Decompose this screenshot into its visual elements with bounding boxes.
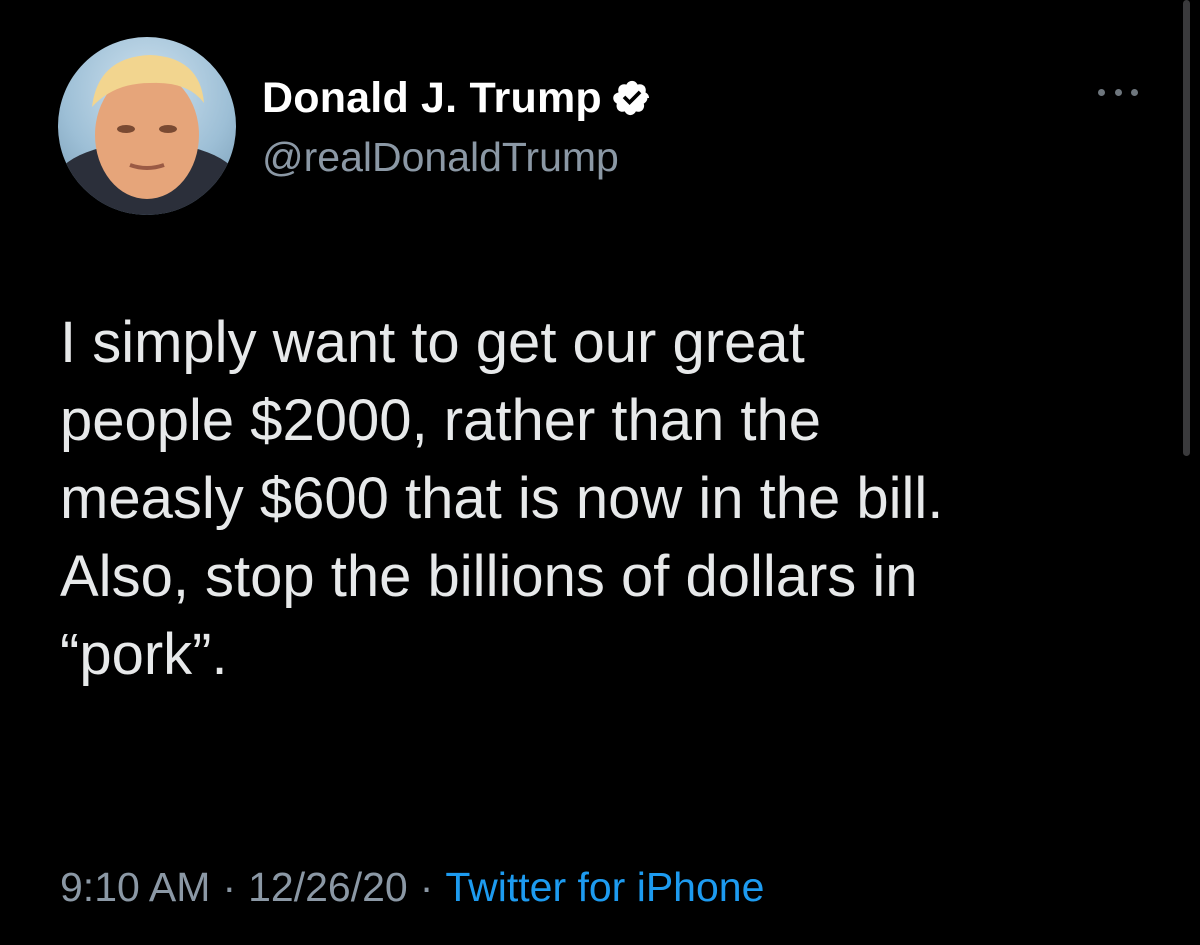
- author-name-row[interactable]: Donald J. Trump: [262, 72, 652, 124]
- tweet-text: I simply want to get our great people $2…: [60, 310, 944, 687]
- author-display-name[interactable]: Donald J. Trump: [262, 74, 602, 123]
- tweet-date[interactable]: 12/26/20: [248, 864, 408, 911]
- tweet-source-link[interactable]: Twitter for iPhone: [445, 864, 764, 911]
- metadata-separator: ·: [419, 864, 434, 910]
- verified-badge-icon: [612, 78, 652, 118]
- metadata-separator: ·: [222, 864, 237, 910]
- author-handle[interactable]: @realDonaldTrump: [262, 134, 619, 181]
- avatar[interactable]: [58, 37, 236, 215]
- dot-icon: [1098, 88, 1105, 96]
- scrollbar[interactable]: [1183, 0, 1190, 456]
- tweet-time[interactable]: 9:10 AM: [60, 864, 210, 911]
- dot-icon: [1114, 88, 1122, 96]
- avatar-portrait-image: [58, 55, 236, 215]
- tweet-detail: Donald J. Trump @realDonaldTrump I simpl…: [0, 0, 1200, 945]
- more-options-icon[interactable]: [1098, 84, 1138, 100]
- tweet-metadata: 9:10 AM · 12/26/20 · Twitter for iPhone: [60, 864, 764, 911]
- dot-icon: [1131, 88, 1138, 96]
